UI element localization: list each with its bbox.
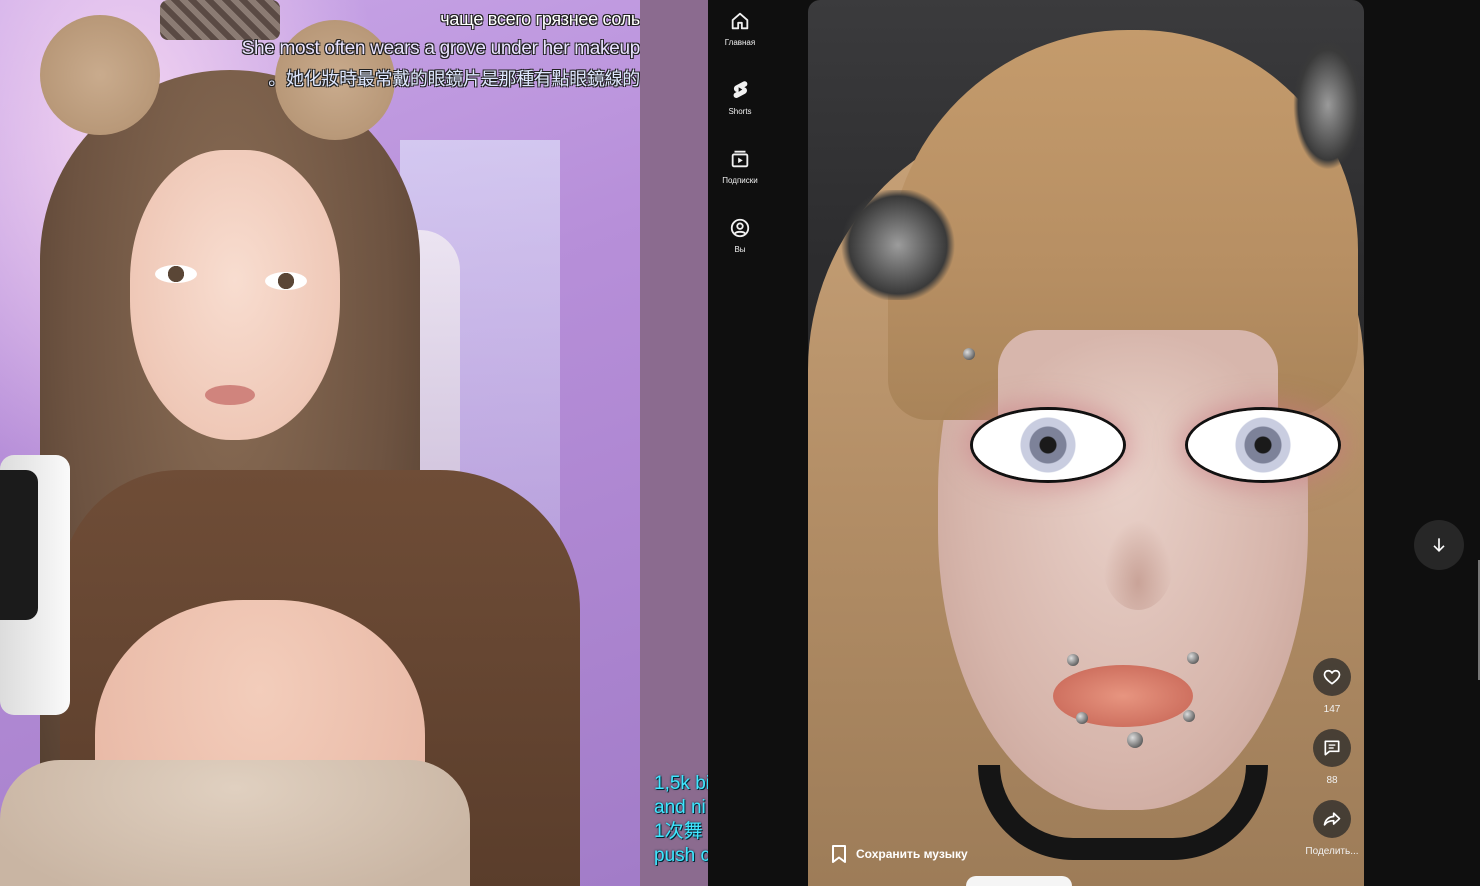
chin-piercing xyxy=(1127,732,1143,748)
next-short-button[interactable] xyxy=(1414,520,1464,570)
shorts-icon xyxy=(733,81,748,98)
short-video-player[interactable]: Сохранить музыку xyxy=(808,0,1364,886)
chat-overlay: 1,5k bi and ni 1次舞 push c xyxy=(654,772,708,868)
hair-clip-left xyxy=(838,190,958,300)
share-button[interactable]: Поделить... xyxy=(1304,800,1360,857)
share-label: Поделить... xyxy=(1305,846,1359,857)
youtube-shorts-page: Главная Shorts Подписки Вы Сохранить муз… xyxy=(708,0,1480,886)
nav-home-label: Главная xyxy=(724,38,756,47)
comment-count: 88 xyxy=(1326,775,1338,786)
chat-line: 1次舞 xyxy=(654,821,703,842)
home-icon xyxy=(731,12,749,30)
lip-piercing xyxy=(1076,712,1088,724)
nav-home[interactable]: Главная xyxy=(708,10,772,68)
hair-clip-right xyxy=(1293,40,1363,170)
comments-button[interactable]: 88 xyxy=(1304,729,1360,786)
save-music-button[interactable]: Сохранить музыку xyxy=(830,844,968,864)
lip-piercing xyxy=(1183,710,1195,722)
like-button[interactable]: 147 xyxy=(1304,658,1360,715)
lip-piercing xyxy=(1067,654,1079,666)
nav-subscriptions[interactable]: Подписки xyxy=(708,148,772,206)
brow-piercing xyxy=(963,348,975,360)
sidebar-nav: Главная Shorts Подписки Вы xyxy=(708,0,772,886)
chat-line: push c xyxy=(654,845,708,866)
chat-line: 1,5k bi xyxy=(654,773,708,794)
video-eye-right xyxy=(1188,410,1338,480)
subtitle-en: She most often wears a grove under her m… xyxy=(241,38,640,59)
heart-icon xyxy=(1323,669,1341,685)
subscriptions-icon xyxy=(731,150,749,168)
bear-ear-left xyxy=(40,15,160,135)
video-lips xyxy=(1053,665,1193,727)
bottom-pill xyxy=(966,876,1072,886)
subtitle-ru: чаще всего грязнее соль xyxy=(440,9,640,29)
nav-shorts-label: Shorts xyxy=(728,107,752,116)
video-nose xyxy=(1103,520,1173,610)
webcam-stream: чаще всего грязнее соль She most often w… xyxy=(0,0,640,886)
microphone-grille xyxy=(0,470,38,620)
plush-toy xyxy=(0,760,470,886)
comment-icon xyxy=(1324,740,1340,756)
nav-subscriptions-label: Подписки xyxy=(722,176,758,185)
streamer-eye-right xyxy=(265,272,307,290)
chat-line: and ni xyxy=(654,797,706,818)
nav-you-label: Вы xyxy=(734,245,746,254)
lip-piercing xyxy=(1187,652,1199,664)
chat-strip: 1,5k bi and ni 1次舞 push c xyxy=(640,0,708,886)
arrow-down-icon xyxy=(1433,538,1445,553)
streamer-eye-left xyxy=(155,265,197,283)
video-eye-left xyxy=(973,410,1123,480)
subtitle-zh: 。她化妝時最常戴的眼鏡片是那種有點眼鏡線的 xyxy=(268,69,640,89)
streamer-lips xyxy=(205,385,255,405)
bookmark-icon xyxy=(832,845,846,863)
you-icon xyxy=(730,218,750,238)
share-icon xyxy=(1323,812,1341,826)
subtitles: чаще всего грязнее соль She most often w… xyxy=(242,4,640,94)
like-count: 147 xyxy=(1323,704,1341,715)
nav-shorts[interactable]: Shorts xyxy=(708,79,772,137)
save-music-label: Сохранить музыку xyxy=(856,847,968,861)
nav-you[interactable]: Вы xyxy=(708,217,772,275)
